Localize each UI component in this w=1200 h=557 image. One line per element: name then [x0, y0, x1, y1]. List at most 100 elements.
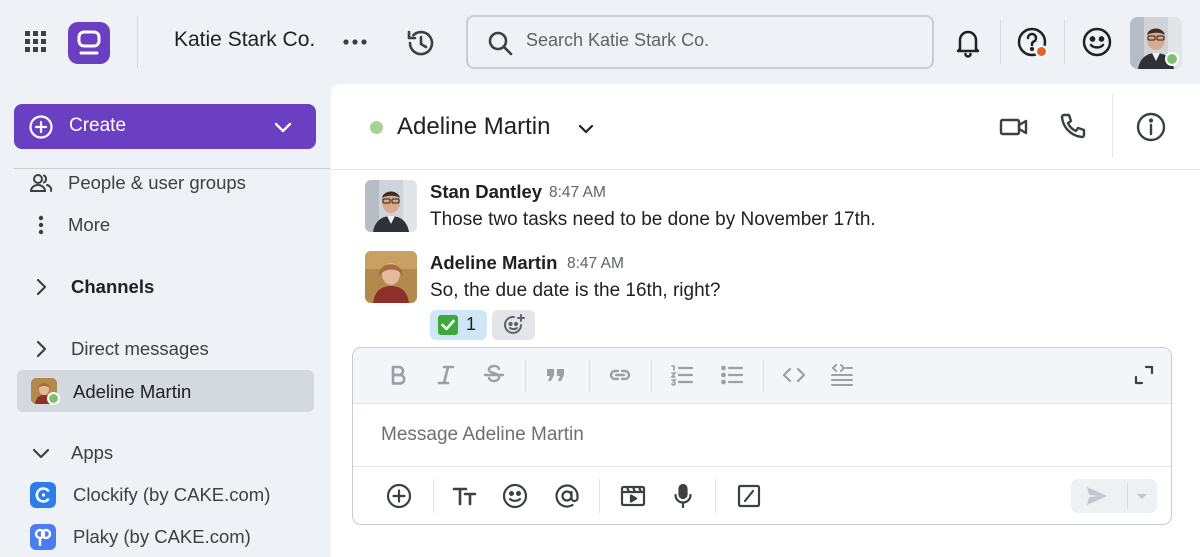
message-author[interactable]: Stan Dantley: [430, 181, 542, 203]
strikethrough-icon[interactable]: [481, 362, 507, 388]
smiley-icon[interactable]: [1079, 24, 1115, 60]
reaction-chip[interactable]: 1: [430, 310, 487, 340]
online-status-dot: [47, 392, 60, 405]
online-status-dot: [1165, 52, 1179, 66]
sidebar-item-more[interactable]: More: [14, 204, 316, 244]
add-icon[interactable]: [385, 482, 413, 510]
microphone-icon[interactable]: [669, 482, 697, 510]
workspace-name[interactable]: Katie Stark Co.: [174, 28, 315, 52]
sidebar-item-label: Plaky (by CAKE.com): [73, 526, 251, 547]
reaction-count: 1: [466, 314, 477, 334]
video-call-icon[interactable]: [997, 110, 1031, 144]
send-options-icon[interactable]: [1131, 485, 1153, 507]
sidebar-section-direct-messages[interactable]: Direct messages: [14, 328, 316, 368]
search-icon: [486, 29, 514, 57]
create-label: Create: [69, 115, 127, 136]
user-avatar[interactable]: [1130, 17, 1182, 69]
presence-dot: [370, 121, 383, 134]
sidebar-section-label: Direct messages: [71, 338, 209, 359]
conversation-panel: Adeline Martin Stan Dantley 8:47 AM Thos…: [331, 84, 1200, 557]
message-item[interactable]: Adeline Martin 8:47 AM So, the due date …: [365, 251, 1145, 311]
sidebar-item-label: Clockify (by CAKE.com): [73, 484, 271, 505]
more-horizontal-icon[interactable]: [340, 28, 370, 56]
code-block-icon[interactable]: [829, 362, 855, 388]
plaky-icon: [30, 524, 56, 550]
channel-title[interactable]: Adeline Martin: [397, 113, 550, 141]
sidebar-section-label: Channels: [71, 276, 155, 297]
info-icon[interactable]: [1134, 110, 1168, 144]
clockify-icon: [30, 482, 56, 508]
sidebar-item-label: People & user groups: [68, 172, 246, 193]
sidebar-section-label: Apps: [71, 442, 114, 463]
divider: [525, 360, 526, 392]
send-icon[interactable]: [1084, 483, 1110, 509]
chevron-down-icon: [270, 114, 296, 140]
divider: [651, 360, 652, 392]
bell-icon[interactable]: [950, 24, 986, 60]
quote-icon[interactable]: [543, 362, 569, 388]
chevron-down-icon[interactable]: [575, 118, 597, 140]
divider: [137, 16, 138, 68]
sidebar-item-adeline-martin[interactable]: Adeline Martin: [17, 370, 314, 412]
message-item[interactable]: Stan Dantley 8:47 AM Those two tasks nee…: [365, 180, 1145, 240]
avatar[interactable]: [365, 251, 417, 303]
notification-badge: [1035, 45, 1048, 58]
top-bar: Katie Stark Co.: [0, 0, 1200, 84]
message-timestamp: 8:47 AM: [567, 255, 624, 272]
message-text: Those two tasks need to be done by Novem…: [430, 209, 876, 230]
chevron-down-icon: [28, 440, 54, 466]
divider: [1112, 94, 1113, 158]
bullet-list-icon[interactable]: [719, 362, 745, 388]
chevron-right-icon: [28, 274, 54, 300]
add-reaction-icon: [501, 312, 527, 338]
bold-icon[interactable]: [385, 362, 411, 388]
divider: [433, 479, 434, 513]
link-icon[interactable]: [607, 362, 633, 388]
chevron-right-icon: [28, 336, 54, 362]
send-button-group[interactable]: [1071, 479, 1157, 513]
sidebar-item-plaky[interactable]: Plaky (by CAKE.com): [14, 516, 316, 556]
message-timestamp: 8:47 AM: [549, 184, 606, 201]
italic-icon[interactable]: [433, 362, 459, 388]
plus-circle-icon: [28, 114, 54, 140]
avatar[interactable]: [365, 180, 417, 232]
divider: [599, 479, 600, 513]
help-icon[interactable]: [1014, 24, 1050, 60]
slash-command-icon[interactable]: [735, 482, 763, 510]
sidebar-item-clockify[interactable]: Clockify (by CAKE.com): [14, 474, 316, 514]
expand-icon[interactable]: [1131, 362, 1157, 388]
message-text: So, the due date is the 16th, right?: [430, 280, 721, 301]
logo-icon[interactable]: [68, 22, 110, 64]
channel-header: Adeline Martin: [331, 84, 1200, 170]
divider: [1064, 20, 1065, 64]
divider: [1127, 483, 1128, 509]
message-input[interactable]: [381, 424, 1141, 446]
apps-grid-icon[interactable]: [22, 28, 52, 56]
mention-icon[interactable]: [553, 482, 581, 510]
emoji-icon[interactable]: [501, 482, 529, 510]
message-composer: [352, 347, 1172, 525]
formatting-toolbar: [353, 348, 1171, 404]
phone-icon[interactable]: [1056, 110, 1090, 144]
sidebar-section-channels[interactable]: Channels: [14, 266, 316, 306]
check-mark-emoji-icon: [438, 315, 458, 335]
search-input[interactable]: [526, 30, 916, 51]
divider: [589, 360, 590, 392]
create-button[interactable]: Create: [14, 104, 316, 149]
divider: [715, 479, 716, 513]
sidebar-item-label: More: [68, 214, 111, 235]
text-format-icon[interactable]: [451, 482, 479, 510]
video-clip-icon[interactable]: [619, 482, 647, 510]
sidebar-item-label: Adeline Martin: [73, 381, 192, 402]
search-bar[interactable]: [466, 15, 934, 69]
composer-action-bar: [353, 466, 1171, 524]
sidebar-item-people[interactable]: People & user groups: [14, 162, 316, 202]
numbered-list-icon[interactable]: [669, 362, 695, 388]
message-author[interactable]: Adeline Martin: [430, 252, 557, 274]
history-icon[interactable]: [404, 26, 438, 60]
people-icon: [28, 170, 54, 196]
code-icon[interactable]: [781, 362, 807, 388]
add-reaction-button[interactable]: [492, 310, 535, 340]
sidebar-section-apps[interactable]: Apps: [14, 432, 316, 472]
divider: [763, 360, 764, 392]
